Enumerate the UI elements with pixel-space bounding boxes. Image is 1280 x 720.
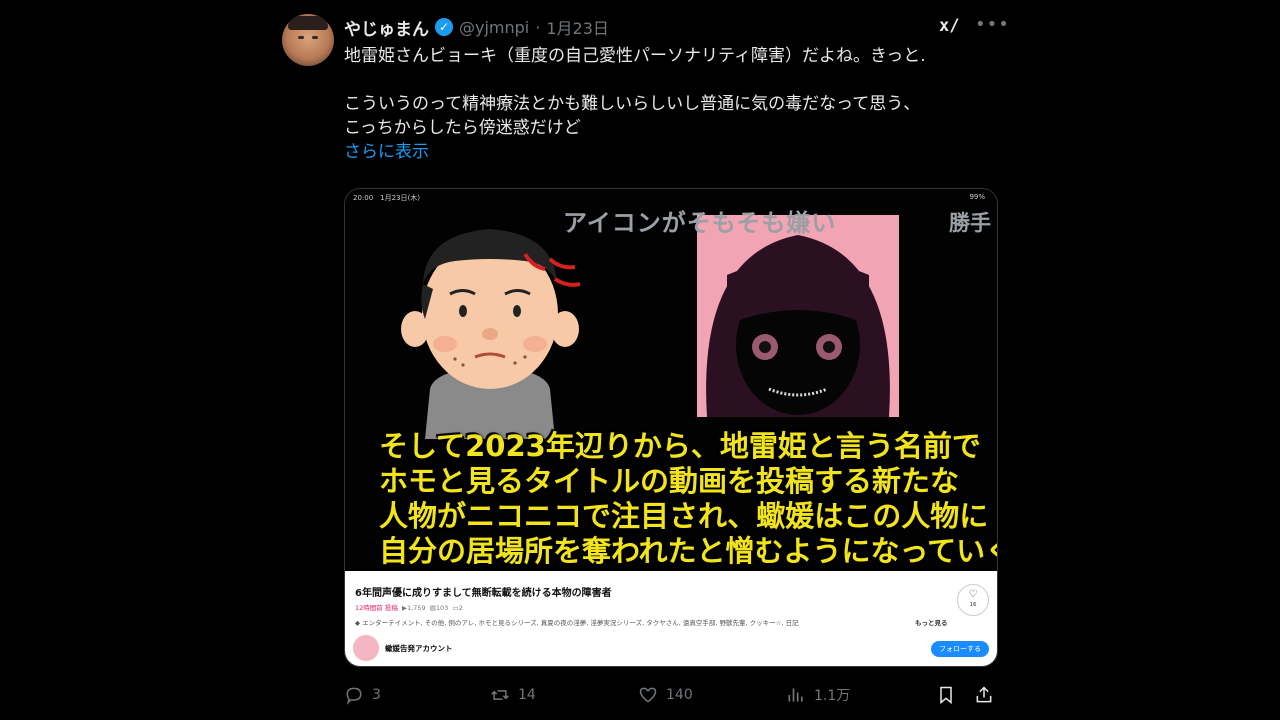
channel-avatar <box>353 635 379 661</box>
retweet-count: 14 <box>518 687 536 703</box>
reply-count: 3 <box>372 687 381 703</box>
subtitle-line: 人物がニコニコで注目され、蠍媛はこの人物に <box>379 499 989 533</box>
reply-icon <box>346 687 362 705</box>
tweet-actions: 3 14 140 1.1万 <box>344 682 998 708</box>
subtitle-line: ホモと見るタイトルの動画を投稿する新たな <box>379 464 960 498</box>
views-button[interactable]: 1.1万 <box>786 682 850 708</box>
comment-count: 103 <box>435 604 449 612</box>
bookmark-icon <box>940 686 952 705</box>
tag-list: エンターテイメント, その他, 例のアレ, ホモと見るシリーズ, 真夏の夜の淫夢… <box>362 619 799 627</box>
like-count-action: 140 <box>666 687 693 703</box>
verified-badge-icon: ✓ <box>435 18 453 36</box>
reply-button[interactable]: 3 <box>344 682 381 708</box>
tweet[interactable]: やじゅまん ✓ @yjmnpi · 1月23日 x/ ••• 地雷姫さんビョーキ… <box>282 12 1009 720</box>
status-battery: 99% <box>969 193 985 201</box>
user-handle[interactable]: @yjmnpi <box>459 18 529 37</box>
heart-icon <box>639 687 657 703</box>
video-screenshot: 20:00 1月23日(木) 99% アイコンがそもそも嫌い 勝手 そして202… <box>345 189 997 571</box>
video-title: 6年間声優に成りすまして無断転載を続ける本物の障害者 <box>355 588 612 599</box>
view-count: ▶1,759 <box>401 604 426 612</box>
views-icon <box>788 688 803 702</box>
tweet-text-line: 地雷姫さんビョーキ（重度の自己愛性パーソナリティ障害）だよね。きっと. <box>344 46 926 66</box>
see-more-link: もっと見る <box>915 619 948 627</box>
retweet-icon <box>491 690 509 700</box>
mylist-count: 2 <box>458 604 463 612</box>
share-icon <box>976 686 992 703</box>
avatar[interactable] <box>282 14 334 66</box>
display-name[interactable]: やじゅまん <box>344 15 429 40</box>
subtitle-line: そして2023年辺りから、地雷姫と言う名前で <box>379 429 981 463</box>
tweet-text-line: こっちからしたら傍迷惑だけど <box>344 118 581 138</box>
more-options-icon[interactable]: ••• <box>975 14 1010 35</box>
video-subtitles: そして2023年辺りから、地雷姫と言う名前で ホモと見るタイトルの動画を投稿する… <box>379 429 998 569</box>
tag-icon: ◆ <box>355 619 360 627</box>
character-image <box>697 215 899 417</box>
like-icon: ♡ 16 <box>957 584 989 616</box>
like-button[interactable]: 140 <box>638 682 693 708</box>
like-count: 16 <box>969 602 977 608</box>
video-overlay-text: アイコンがそもそも嫌い <box>563 209 837 237</box>
subtitle-line: 自分の居場所を奪われたと憎むようになっていく <box>379 534 998 568</box>
retweet-button[interactable]: 14 <box>490 682 536 708</box>
media-attachment[interactable]: 20:00 1月23日(木) 99% アイコンがそもそも嫌い 勝手 そして202… <box>344 188 998 667</box>
angry-man-illustration <box>401 229 581 439</box>
bookmark-button[interactable] <box>936 682 956 708</box>
tweet-text-line: こういうのって精神療法とかも難しいらしいし普通に気の毒だなって思う、 <box>344 94 921 114</box>
tweet-text: 地雷姫さんビョーキ（重度の自己愛性パーソナリティ障害）だよね。きっと. こういう… <box>344 44 1004 164</box>
video-info-panel: 6年間声優に成りすまして無断転載を続ける本物の障害者 12時間前 投稿 ▶1,7… <box>345 571 997 666</box>
show-more-link[interactable]: さらに表示 <box>344 140 1004 164</box>
channel-name: 蠍媛告発アカウント <box>385 644 453 653</box>
tweet-header: やじゅまん ✓ @yjmnpi · 1月23日 <box>344 15 609 40</box>
video-tags: ◆ エンターテイメント, その他, 例のアレ, ホモと見るシリーズ, 真夏の夜の… <box>355 617 799 627</box>
posted-time: 12時間前 投稿 <box>355 604 398 612</box>
view-count-action: 1.1万 <box>814 688 851 704</box>
status-time: 20:00 1月23日(木) <box>353 194 420 202</box>
separator: · <box>535 17 541 37</box>
video-overlay-text: 勝手 <box>949 211 991 235</box>
share-button[interactable] <box>974 682 994 708</box>
follow-button: フォローする <box>931 641 989 657</box>
tweet-date[interactable]: 1月23日 <box>546 15 609 39</box>
grok-icon[interactable]: x/ <box>939 16 963 38</box>
video-meta: 12時間前 投稿 ▶1,759 ▤103 ▭2 <box>355 602 463 612</box>
